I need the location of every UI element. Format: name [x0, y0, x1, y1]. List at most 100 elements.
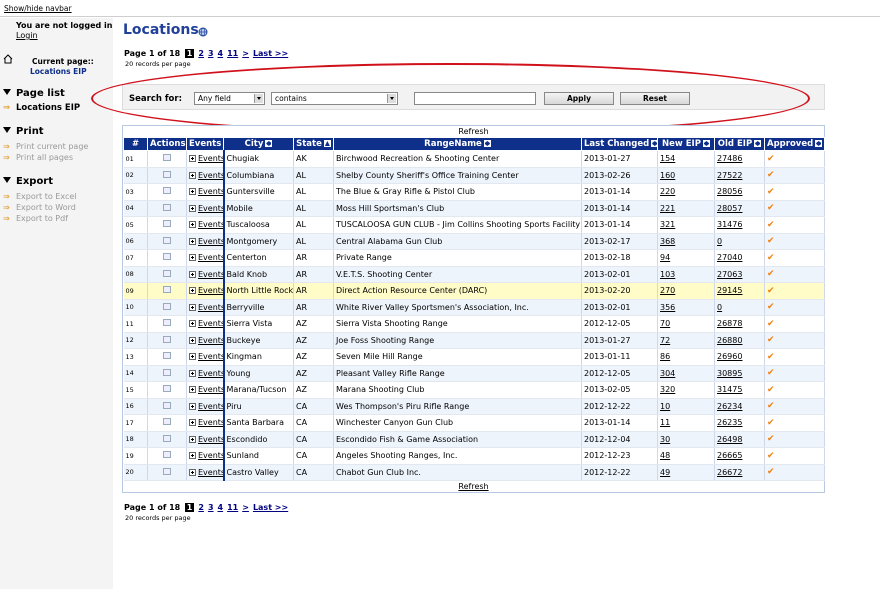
sidebar-item-export-pdf[interactable]: ⇒ Export to Pdf	[3, 214, 68, 223]
new-eip-link[interactable]: 154	[660, 154, 675, 163]
table-row[interactable]: 10 Events Berryville AR White River Valley S…	[123, 299, 825, 316]
old-eip-link[interactable]: 0	[717, 237, 722, 246]
plus-box-icon[interactable]	[189, 171, 196, 179]
table-row[interactable]: 09 Events North Little Rock AR Direct Action…	[123, 282, 825, 300]
edit-record-icon[interactable]	[163, 319, 171, 327]
new-eip-link[interactable]: 86	[660, 352, 670, 361]
new-eip-link[interactable]: 368	[660, 237, 675, 246]
cell-old-eip[interactable]: 27522	[714, 167, 765, 184]
plus-box-icon[interactable]	[189, 155, 196, 163]
plus-box-icon[interactable]	[189, 452, 196, 460]
pager-last[interactable]: Last >>	[253, 49, 288, 58]
search-input[interactable]	[414, 92, 536, 105]
apply-button[interactable]: Apply	[544, 92, 614, 105]
sort-icon[interactable]	[815, 140, 823, 147]
edit-record-icon[interactable]	[163, 236, 171, 244]
pager-page-4[interactable]: 4	[218, 503, 224, 512]
new-eip-link[interactable]: 320	[660, 385, 675, 394]
page-list-heading[interactable]: Page list	[3, 88, 65, 99]
cell-actions[interactable]	[147, 447, 187, 465]
cell-new-eip[interactable]: 356	[657, 299, 715, 316]
cell-actions[interactable]	[147, 332, 187, 349]
new-eip-link[interactable]: 30	[660, 435, 670, 444]
sort-icon[interactable]	[651, 140, 657, 147]
pager-next[interactable]: >	[242, 503, 249, 512]
old-eip-link[interactable]: 27040	[717, 253, 742, 262]
table-row[interactable]: 02 Events Columbiana AL Shelby County Sherif…	[123, 167, 825, 184]
cell-old-eip[interactable]: 26672	[714, 464, 765, 481]
table-row[interactable]: 05 Events Tuscaloosa AL TUSCALOOSA GUN CLUB …	[123, 216, 825, 234]
cell-old-eip[interactable]: 27486	[714, 150, 765, 168]
sort-icon[interactable]	[754, 140, 762, 147]
edit-record-icon[interactable]	[163, 286, 171, 294]
cell-actions[interactable]	[147, 414, 187, 432]
col-header-state[interactable]: State	[293, 137, 334, 151]
cell-old-eip[interactable]: 28057	[714, 200, 765, 217]
new-eip-link[interactable]: 356	[660, 303, 675, 312]
col-header-rangename[interactable]: RangeName	[333, 137, 582, 151]
edit-record-icon[interactable]	[163, 385, 171, 393]
cell-actions[interactable]	[147, 282, 187, 300]
col-header-city[interactable]: City	[223, 137, 294, 151]
plus-box-icon[interactable]	[189, 221, 196, 229]
new-eip-link[interactable]: 10	[660, 402, 670, 411]
plus-box-icon[interactable]	[189, 468, 196, 476]
pager-page-11[interactable]: 11	[227, 49, 238, 58]
new-eip-link[interactable]: 270	[660, 286, 675, 295]
events-link[interactable]: Events	[198, 319, 222, 328]
pager-page-2[interactable]: 2	[198, 49, 204, 58]
cell-actions[interactable]	[147, 398, 187, 415]
plus-box-icon[interactable]	[189, 419, 196, 427]
events-link[interactable]: Events	[198, 270, 222, 279]
old-eip-link[interactable]: 31476	[717, 220, 742, 229]
new-eip-link[interactable]: 49	[660, 468, 670, 477]
old-eip-link[interactable]: 0	[717, 303, 722, 312]
table-row[interactable]: 12 Events Buckeye AZ Joe Foss Shooting Range…	[123, 332, 825, 349]
cell-new-eip[interactable]: 30	[657, 431, 715, 448]
pager-page-3[interactable]: 3	[208, 503, 214, 512]
cell-new-eip[interactable]: 10	[657, 398, 715, 415]
events-link[interactable]: Events	[198, 435, 222, 444]
cell-old-eip[interactable]: 26234	[714, 398, 765, 415]
cell-new-eip[interactable]: 49	[657, 464, 715, 481]
sidebar-item-export-excel[interactable]: ⇒ Export to Excel	[3, 192, 77, 201]
plus-box-icon[interactable]	[189, 303, 196, 311]
new-eip-link[interactable]: 160	[660, 171, 675, 180]
old-eip-link[interactable]: 26234	[717, 402, 742, 411]
cell-old-eip[interactable]: 26498	[714, 431, 765, 448]
cell-new-eip[interactable]: 72	[657, 332, 715, 349]
old-eip-link[interactable]: 26880	[717, 336, 742, 345]
edit-record-icon[interactable]	[163, 451, 171, 459]
new-eip-link[interactable]: 48	[660, 451, 670, 460]
new-eip-link[interactable]: 94	[660, 253, 670, 262]
sort-ascending-icon[interactable]	[323, 140, 331, 147]
print-heading[interactable]: Print	[3, 126, 44, 137]
old-eip-link[interactable]: 26665	[717, 451, 742, 460]
plus-box-icon[interactable]	[189, 353, 196, 361]
search-operator-select[interactable]: contains	[271, 92, 398, 105]
plus-box-icon[interactable]	[189, 204, 196, 212]
old-eip-link[interactable]: 31475	[717, 385, 742, 394]
cell-old-eip[interactable]: 26878	[714, 315, 765, 333]
cell-old-eip[interactable]: 30895	[714, 365, 765, 382]
events-link[interactable]: Events	[198, 352, 222, 361]
events-link[interactable]: Events	[198, 369, 222, 378]
cell-actions[interactable]	[147, 233, 187, 250]
cell-actions[interactable]	[147, 249, 187, 267]
new-eip-link[interactable]: 220	[660, 187, 675, 196]
edit-record-icon[interactable]	[163, 203, 171, 211]
cell-new-eip[interactable]: 320	[657, 381, 715, 399]
table-row[interactable]: 13 Events Kingman AZ Seven Mile Hill Range 20…	[123, 348, 825, 366]
table-row[interactable]: 08 Events Bald Knob AR V.E.T.S. Shooting Cen…	[123, 266, 825, 283]
table-row[interactable]: 18 Events Escondido CA Escondido Fish & Game…	[123, 431, 825, 448]
table-row[interactable]: 16 Events Piru CA Wes Thompson's Piru Rifle …	[123, 398, 825, 415]
sidebar-item-locations-eip[interactable]: ⇒ Locations EIP	[3, 103, 80, 113]
events-link[interactable]: Events	[198, 187, 222, 196]
old-eip-link[interactable]: 28056	[717, 187, 742, 196]
edit-record-icon[interactable]	[163, 269, 171, 277]
old-eip-link[interactable]: 26672	[717, 468, 742, 477]
new-eip-link[interactable]: 72	[660, 336, 670, 345]
cell-actions[interactable]	[147, 183, 187, 201]
events-link[interactable]: Events	[198, 402, 222, 411]
pager-page-2[interactable]: 2	[198, 503, 204, 512]
